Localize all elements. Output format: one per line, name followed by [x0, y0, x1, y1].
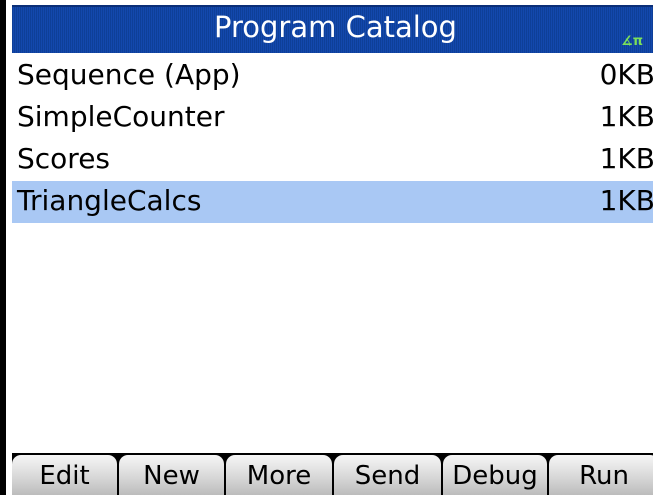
- run-button[interactable]: Run: [549, 455, 653, 495]
- calculator-screen: Program Catalog ∡π Sequence (App) 0KB Si…: [0, 0, 653, 495]
- program-size: 1KB: [599, 100, 653, 133]
- program-name: SimpleCounter: [17, 100, 225, 133]
- program-list: Sequence (App) 0KB SimpleCounter 1KB Sco…: [12, 55, 653, 223]
- debug-button[interactable]: Debug: [443, 455, 547, 495]
- angle-mode-icon: ∡π: [621, 34, 643, 49]
- list-item-trianglecalcs[interactable]: TriangleCalcs 1KB: [12, 181, 653, 223]
- title-bar: Program Catalog ∡π: [12, 5, 653, 53]
- list-item-simplecounter[interactable]: SimpleCounter 1KB: [12, 97, 653, 139]
- edit-button[interactable]: Edit: [12, 455, 117, 495]
- program-name: Scores: [17, 142, 111, 175]
- page-title: Program Catalog: [214, 10, 457, 44]
- send-button[interactable]: Send: [334, 455, 441, 495]
- program-size: 1KB: [599, 184, 653, 217]
- list-item-scores[interactable]: Scores 1KB: [12, 139, 653, 181]
- program-size: 0KB: [599, 58, 653, 91]
- softkey-bar: Edit New More Send Debug Run: [12, 453, 653, 495]
- list-item-sequence-app[interactable]: Sequence (App) 0KB: [12, 55, 653, 97]
- program-size: 1KB: [599, 142, 653, 175]
- program-name: Sequence (App): [17, 58, 241, 91]
- new-button[interactable]: New: [119, 455, 224, 495]
- more-button[interactable]: More: [226, 455, 332, 495]
- program-name: TriangleCalcs: [17, 184, 202, 217]
